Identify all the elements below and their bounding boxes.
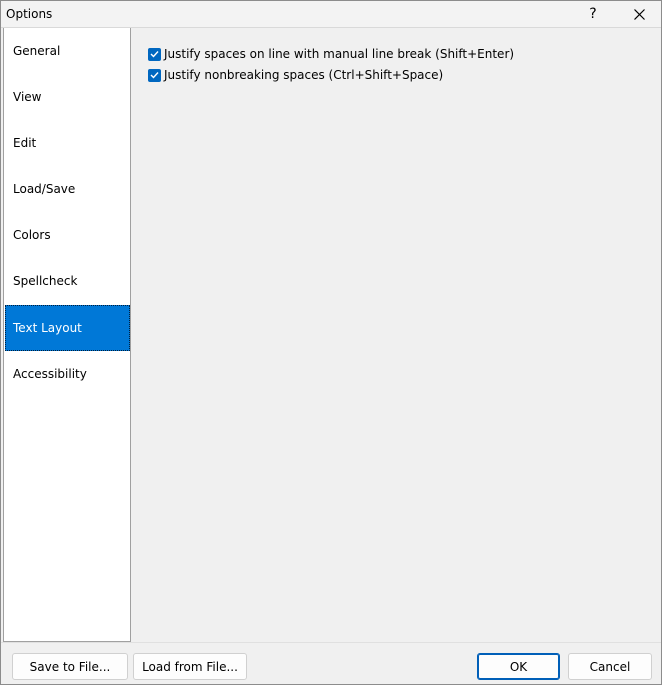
justify-manual-break-checkbox[interactable]	[148, 47, 161, 61]
sidebar-item-load-save[interactable]: Load/Save	[5, 166, 130, 212]
help-button[interactable]: ?	[571, 1, 615, 27]
options-panel: Justify spaces on line with manual line …	[132, 28, 661, 641]
justify-nonbreaking-option[interactable]: Justify nonbreaking spaces (Ctrl+Shift+S…	[148, 67, 443, 83]
cancel-button[interactable]: Cancel	[568, 653, 652, 680]
sidebar-item-view[interactable]: View	[5, 74, 130, 120]
options-dialog: Options ? General View Edit Load/Save Co…	[0, 0, 662, 685]
sidebar-item-colors[interactable]: Colors	[5, 212, 130, 258]
close-button[interactable]	[617, 1, 661, 27]
load-from-file-button[interactable]: Load from File...	[133, 653, 247, 680]
close-icon	[633, 8, 645, 20]
justify-manual-break-label: Justify spaces on line with manual line …	[164, 47, 515, 61]
sidebar-item-edit[interactable]: Edit	[5, 120, 130, 166]
sidebar-item-accessibility[interactable]: Accessibility	[5, 351, 130, 397]
ok-button[interactable]: OK	[477, 653, 560, 680]
check-icon	[150, 72, 159, 79]
window-title: Options	[6, 7, 53, 21]
category-sidebar: General View Edit Load/Save Colors Spell…	[3, 28, 131, 642]
button-bar: Save to File... Load from File... OK Can…	[1, 642, 661, 684]
sidebar-item-general[interactable]: General	[5, 28, 130, 74]
sidebar-item-spellcheck[interactable]: Spellcheck	[5, 258, 130, 304]
sidebar-item-text-layout[interactable]: Text Layout	[5, 305, 130, 351]
title-bar: Options ?	[1, 1, 661, 28]
check-icon	[150, 51, 159, 58]
justify-nonbreaking-label: Justify nonbreaking spaces (Ctrl+Shift+S…	[164, 68, 444, 82]
save-to-file-button[interactable]: Save to File...	[12, 653, 128, 680]
justify-manual-break-option[interactable]: Justify spaces on line with manual line …	[148, 46, 514, 62]
justify-nonbreaking-checkbox[interactable]	[148, 68, 161, 82]
